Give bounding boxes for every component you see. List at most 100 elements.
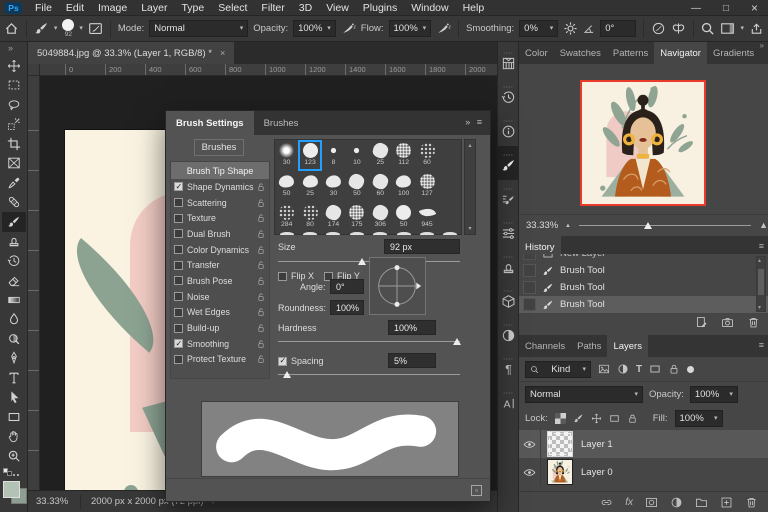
dock-panel-button[interactable]	[497, 180, 519, 214]
menu-item[interactable]: Type	[174, 0, 211, 15]
panel-tab[interactable]: Color	[519, 42, 554, 64]
navigator-thumbnail[interactable]	[580, 80, 706, 206]
brushes-button[interactable]: Brushes	[194, 139, 244, 156]
menu-item[interactable]: File	[28, 0, 59, 15]
tool-button[interactable]	[2, 407, 26, 427]
zoom-out-icon[interactable]: ▲	[565, 223, 571, 229]
mode-select[interactable]: Normal ▾	[149, 20, 249, 37]
brush-preset[interactable]: 25	[369, 140, 392, 171]
smoothing-field[interactable]: 0% ▾	[519, 20, 559, 37]
lock-pixels-icon[interactable]	[573, 413, 584, 424]
checkbox[interactable]	[174, 245, 183, 255]
filter-adjustment-layers-icon[interactable]	[617, 363, 629, 375]
panel-tab[interactable]: Swatches	[554, 42, 607, 64]
panel-tab[interactable]: Layers	[607, 335, 648, 357]
tab-brushes[interactable]: Brushes	[254, 111, 309, 135]
dock-panel-button[interactable]	[497, 248, 519, 282]
history-item[interactable]: Brush Tool	[519, 262, 768, 279]
chevron-down-icon[interactable]: ▾	[54, 25, 58, 32]
brush-preset[interactable]: 10	[345, 140, 368, 171]
tool-button[interactable]	[2, 251, 26, 271]
brush-angle-field[interactable]: 0°	[600, 20, 636, 37]
filter-type-layers-icon[interactable]: T	[636, 364, 642, 375]
home-icon[interactable]	[4, 21, 19, 36]
symmetry-butterfly-icon[interactable]	[671, 21, 686, 36]
brush-option-row[interactable]: Dual Brush	[171, 226, 269, 242]
brush-preset[interactable]: 50	[345, 171, 368, 202]
history-source-well[interactable]	[523, 264, 536, 277]
brush-preset[interactable]: 945	[415, 202, 438, 233]
spacing-field[interactable]: 5%	[388, 353, 436, 368]
tool-button[interactable]	[2, 95, 26, 115]
brush-option-row[interactable]: Noise	[171, 289, 269, 305]
checkbox[interactable]	[174, 260, 183, 270]
history-source-well[interactable]	[523, 281, 536, 294]
new-document-from-state-icon[interactable]	[695, 316, 708, 329]
navigator-zoom-slider[interactable]	[578, 222, 752, 229]
tool-button[interactable]	[2, 349, 26, 369]
lock-icon[interactable]	[256, 307, 266, 317]
menu-item[interactable]: Select	[211, 0, 254, 15]
layer-style-icon[interactable]: fx	[625, 497, 633, 508]
brush-preset[interactable]: 80	[298, 202, 321, 233]
history-item[interactable]: Brush Tool	[519, 279, 768, 296]
minimize-button[interactable]: —	[691, 3, 701, 14]
toolbar-collapse-icon[interactable]: »	[8, 43, 13, 53]
size-field[interactable]: 92 px	[384, 239, 460, 254]
brush-preset[interactable]: 127	[415, 171, 438, 202]
link-layers-icon[interactable]	[600, 496, 613, 509]
tool-button[interactable]	[2, 290, 26, 310]
panel-tab[interactable]: Channels	[519, 335, 571, 357]
lock-icon[interactable]	[256, 323, 266, 333]
close-button[interactable]: ×	[751, 1, 758, 15]
add-layer-mask-icon[interactable]	[645, 496, 658, 509]
angle-field[interactable]: 0°	[330, 279, 364, 294]
brush-preset[interactable]: 100	[392, 171, 415, 202]
dock-panel-button[interactable]	[497, 78, 519, 112]
menu-item[interactable]: Window	[404, 0, 455, 15]
blend-mode-select[interactable]: Normal ▾	[525, 386, 643, 403]
pressure-opacity-icon[interactable]	[341, 21, 356, 36]
tool-button[interactable]	[2, 173, 26, 193]
chevron-down-icon[interactable]: ▾	[740, 25, 744, 32]
brush-option-row[interactable]: Wet Edges	[171, 305, 269, 321]
brush-option-row[interactable]: Texture	[171, 210, 269, 226]
hardness-field[interactable]: 100%	[388, 320, 436, 335]
flip-x-checkbox[interactable]: Flip X	[278, 271, 314, 281]
history-scrollbar[interactable]: ▴ ▾	[756, 256, 766, 312]
dock-panel-button[interactable]	[497, 282, 519, 316]
panel-tab[interactable]: Navigator	[654, 42, 707, 64]
brush-option-row[interactable]: Color Dynamics	[171, 242, 269, 258]
new-snapshot-icon[interactable]	[721, 316, 734, 329]
tool-button[interactable]	[2, 193, 26, 213]
tool-button[interactable]	[2, 76, 26, 96]
menu-item[interactable]: Layer	[134, 0, 174, 15]
lock-icon[interactable]	[256, 276, 266, 286]
checkbox[interactable]	[174, 198, 183, 208]
history-item-selected[interactable]: Brush Tool	[519, 296, 768, 313]
brush-option-row[interactable]: Scattering	[171, 195, 269, 211]
toggle-brush-settings-icon[interactable]	[88, 21, 103, 36]
panel-tab[interactable]: Patterns	[607, 42, 654, 64]
checkbox[interactable]	[174, 182, 183, 192]
new-adjustment-layer-icon[interactable]	[670, 496, 683, 509]
workspace-icon[interactable]	[720, 21, 735, 36]
brush-preset[interactable]: 30	[322, 171, 345, 202]
collapse-panels-icon[interactable]: »	[760, 41, 764, 50]
tool-button[interactable]	[2, 427, 26, 447]
lock-position-icon[interactable]	[591, 413, 602, 424]
brush-preset[interactable]: 112	[392, 140, 415, 171]
airbrush-icon[interactable]	[436, 21, 451, 36]
tool-button[interactable]	[1, 212, 26, 232]
panel-menu-icon[interactable]: ≡	[759, 340, 764, 350]
brush-preset[interactable]: 306	[369, 202, 392, 233]
hardness-slider[interactable]	[278, 338, 461, 345]
tab-brush-settings[interactable]: Brush Settings	[166, 111, 254, 135]
dock-panel-button[interactable]	[497, 316, 519, 350]
symmetry-icon[interactable]	[651, 21, 666, 36]
tool-button[interactable]	[2, 271, 26, 291]
lock-transparency-icon[interactable]	[554, 413, 566, 424]
brush-preset[interactable]: 8	[322, 140, 345, 171]
brush-option-row[interactable]: Protect Texture	[171, 352, 269, 368]
tool-button[interactable]	[2, 56, 26, 76]
